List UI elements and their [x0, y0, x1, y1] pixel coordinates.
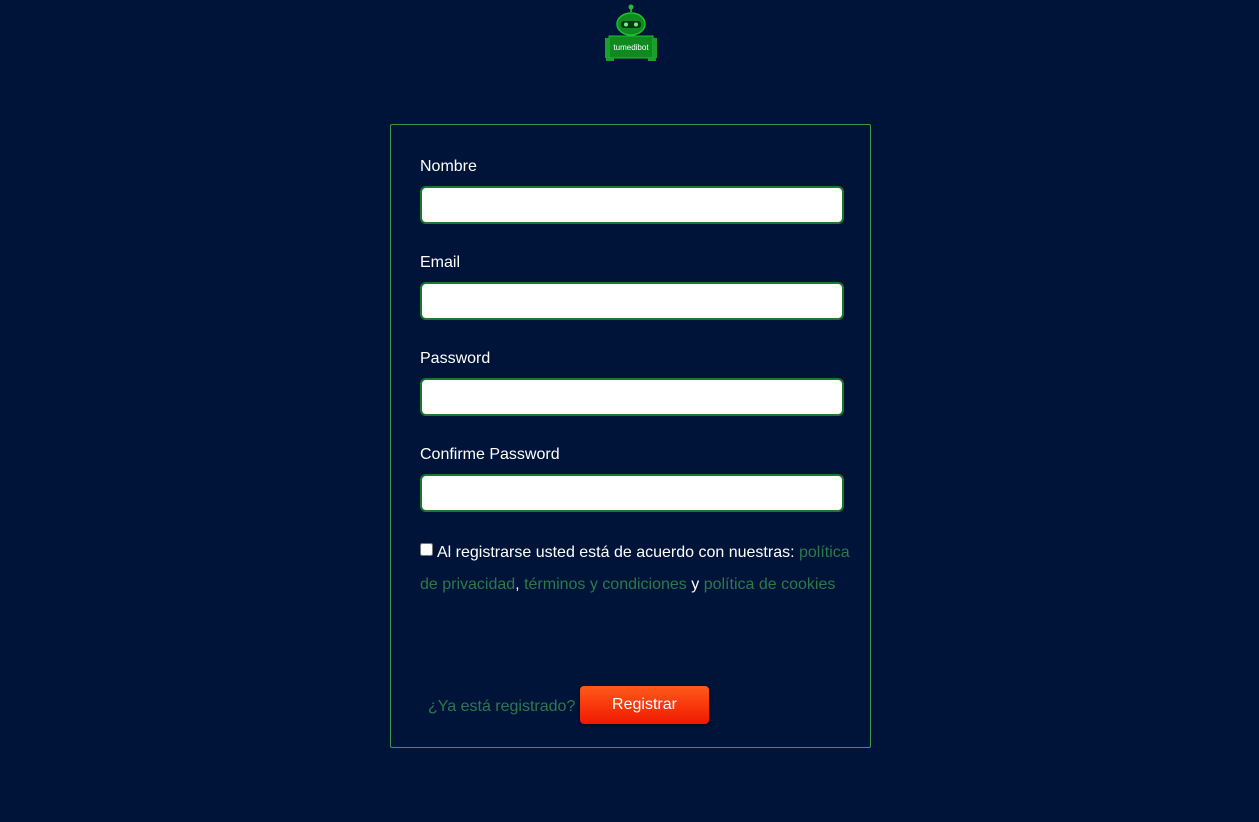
email-label: Email: [420, 254, 461, 271]
cookies-policy-link[interactable]: política de cookies: [704, 576, 836, 593]
register-button[interactable]: Registrar: [580, 686, 709, 724]
confirm-password-label: Confirme Password: [420, 446, 560, 463]
email-field[interactable]: [420, 282, 844, 320]
robot-icon: tumedibot: [605, 4, 657, 61]
confirm-password-field[interactable]: [420, 474, 844, 512]
register-page: tumedibot Nombre Email Password Confirme…: [0, 0, 1259, 822]
password-label: Password: [420, 350, 491, 367]
name-label: Nombre: [420, 158, 477, 175]
terms-conditions-link[interactable]: términos y condiciones: [524, 576, 687, 593]
register-form: Nombre Email Password Confirme Password …: [390, 124, 871, 748]
terms-conjunction: y: [686, 576, 704, 593]
terms-agreement: Al registrarse usted está de acuerdo con…: [420, 537, 850, 601]
terms-checkbox[interactable]: [420, 543, 433, 556]
terms-separator: ,: [515, 576, 525, 593]
password-field[interactable]: [420, 378, 844, 416]
logo-text: tumedibot: [613, 43, 649, 52]
already-registered-link[interactable]: ¿Ya está registrado?: [428, 697, 575, 717]
name-field[interactable]: [420, 186, 844, 224]
terms-text: Al registrarse usted está de acuerdo con…: [437, 544, 799, 561]
